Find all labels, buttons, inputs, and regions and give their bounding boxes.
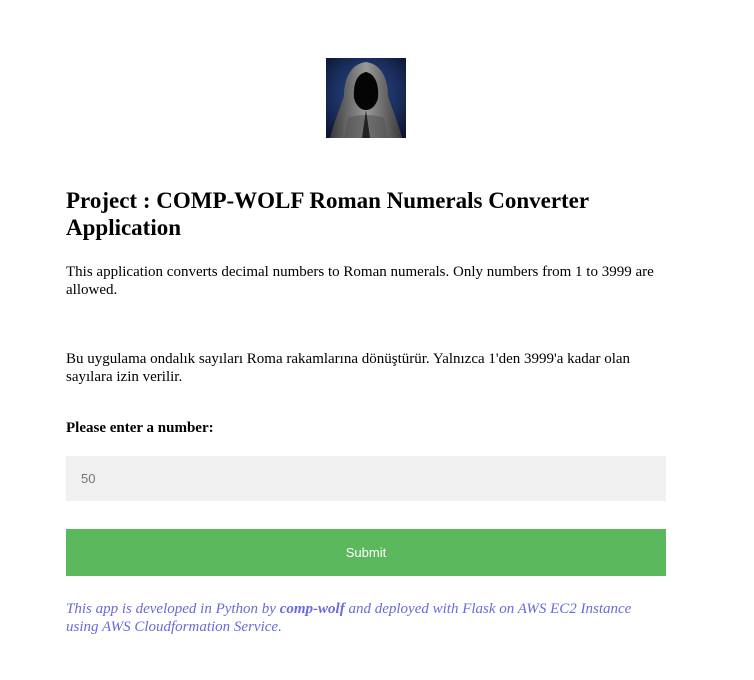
hooded-figure-logo xyxy=(326,58,406,138)
submit-button[interactable]: Submit xyxy=(66,529,666,576)
footer-prefix: This app is developed in Python by xyxy=(66,601,280,617)
description-turkish: Bu uygulama ondalık sayıları Roma rakaml… xyxy=(66,351,631,385)
footer-credit: This app is developed in Python by comp-… xyxy=(66,600,666,636)
description-english: This application converts decimal number… xyxy=(66,264,654,298)
number-input-label: Please enter a number: xyxy=(66,420,214,436)
footer-author: comp-wolf xyxy=(279,601,345,617)
number-input[interactable] xyxy=(66,456,666,501)
page-title: Project : COMP-WOLF Roman Numerals Conve… xyxy=(66,188,589,240)
